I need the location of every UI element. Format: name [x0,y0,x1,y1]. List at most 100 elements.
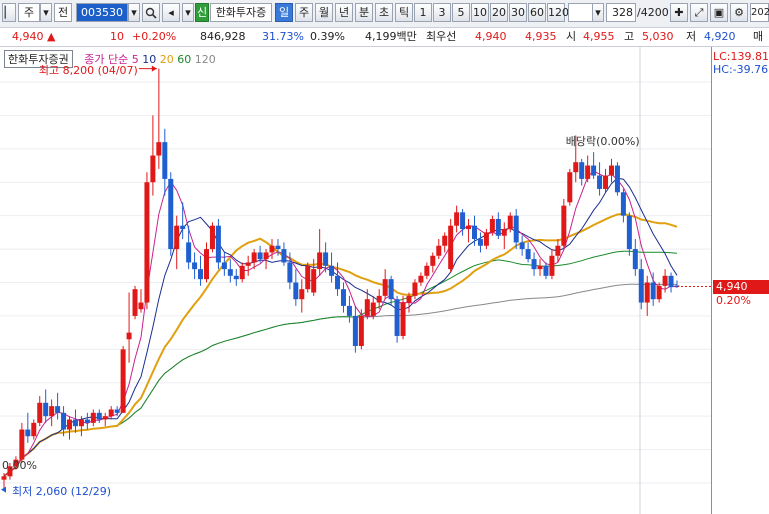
candle-body [418,275,424,283]
chevron-down-icon[interactable]: ▾ [592,3,604,22]
candle-body [299,289,305,300]
candle-body [126,332,132,340]
candle-body [138,302,144,310]
stock-code-input[interactable]: 003530 [76,3,128,22]
candle-body [549,255,555,276]
sell-label: 매 [753,30,764,43]
candle-body [25,429,31,437]
gear-icon[interactable]: ⚙ [730,3,748,22]
candle-body [132,289,138,316]
left-percent-annotation: 0.00% [2,459,37,473]
candle-body [114,409,120,413]
candle-body [501,229,507,236]
candle-body [96,412,102,420]
candle-body [317,252,323,270]
interval-button-3[interactable]: 3 [433,3,451,22]
chevron-down-icon[interactable]: ▾ [128,3,140,22]
period-button-1[interactable]: 주 [295,3,313,22]
menu-toggle-icon[interactable]: ▏ [2,3,16,22]
candle-body [603,175,609,189]
candle-body [614,165,620,193]
period-type-button[interactable]: 전 [54,3,72,22]
interval-button-1[interactable]: 1 [414,3,432,22]
candle-body [430,255,436,266]
period-button-0[interactable]: 일 [275,3,293,22]
interval-button-10[interactable]: 10 [471,3,489,22]
candle-body [281,249,287,263]
trade-amount: 4,199백만 [365,30,417,43]
low-annotation: 최저 2,060 (12/29) [12,484,112,498]
last-percent-label: 0.20% [716,293,751,307]
save-image-icon[interactable]: ▣ [710,3,728,22]
bid-price: 4,935 [525,30,557,43]
candle-body [84,419,90,423]
candle-body [597,175,603,189]
interval-button-60[interactable]: 60 [528,3,546,22]
candle-body [573,162,579,173]
candle-body [162,142,168,179]
candle-body [31,422,37,437]
candle-body [340,289,346,306]
candle-count-input[interactable]: 328 [606,3,636,22]
candle-body [346,305,352,316]
search-icon[interactable] [142,3,160,22]
candle-body [43,402,49,417]
candle-body [489,219,495,233]
candle-body [382,279,388,296]
candle-body [579,162,585,179]
speaker-icon[interactable]: ◂ [162,3,180,22]
cut-input[interactable]: 202 [750,3,769,22]
candle-body [376,295,382,303]
candle-body [668,275,674,288]
candle-body [448,225,454,270]
candle-body [251,252,257,263]
candle-body [192,262,198,270]
last-price-tag: 4,940 [713,279,769,294]
candle-body [293,282,299,300]
market-select[interactable]: 주 [18,3,40,22]
chevron-down-icon[interactable]: ▾ [182,3,194,22]
best-quote-label: 최우선 [426,30,457,43]
candle-body [567,172,573,203]
candle-body [388,279,394,300]
candle-body [78,419,84,427]
candle-body [358,315,364,346]
interval-button-120[interactable]: 120 [547,3,569,22]
candle-body [483,232,489,246]
interval-button-5[interactable]: 5 [452,3,470,22]
candle-body [329,265,335,276]
candle-body [394,299,400,336]
legend-ma20: 20 [159,53,174,66]
legend-ma60: 60 [177,53,192,66]
ma60-line [3,250,678,477]
high-annotation: 최고 8,200 (04/07) [38,63,138,77]
candle-body [585,165,591,179]
ma5-line [3,170,678,477]
period-button-5[interactable]: 초 [375,3,393,22]
zoom-tool-icon[interactable]: ✚ [670,3,688,22]
candle-body [90,412,96,423]
candle-body [1,476,7,480]
price-chart[interactable]: 2,0002,5003,0003,5004,0004,5005,0005,500… [0,47,769,514]
candle-body [245,262,251,266]
trend-tool-icon[interactable]: ⤢ [690,3,708,22]
candle-body [472,225,478,240]
volume: 846,928 [200,30,246,43]
interval-button-20[interactable]: 20 [490,3,508,22]
candle-body [638,269,644,303]
candle-body [108,409,114,417]
period-button-3[interactable]: 년 [335,3,353,22]
period-button-4[interactable]: 분 [355,3,373,22]
period-button-6[interactable]: 틱 [395,3,413,22]
candle-body [269,245,275,253]
interval-button-30[interactable]: 30 [509,3,527,22]
ma120-line [3,283,678,477]
candle-body [215,225,221,263]
candle-body [180,225,186,230]
volume-ratio: 0.39% [310,30,345,43]
candle-body [525,249,531,260]
chevron-down-icon[interactable]: ▾ [40,3,52,22]
period-button-2[interactable]: 월 [315,3,333,22]
candle-body [19,429,25,460]
candle-body [198,269,204,280]
